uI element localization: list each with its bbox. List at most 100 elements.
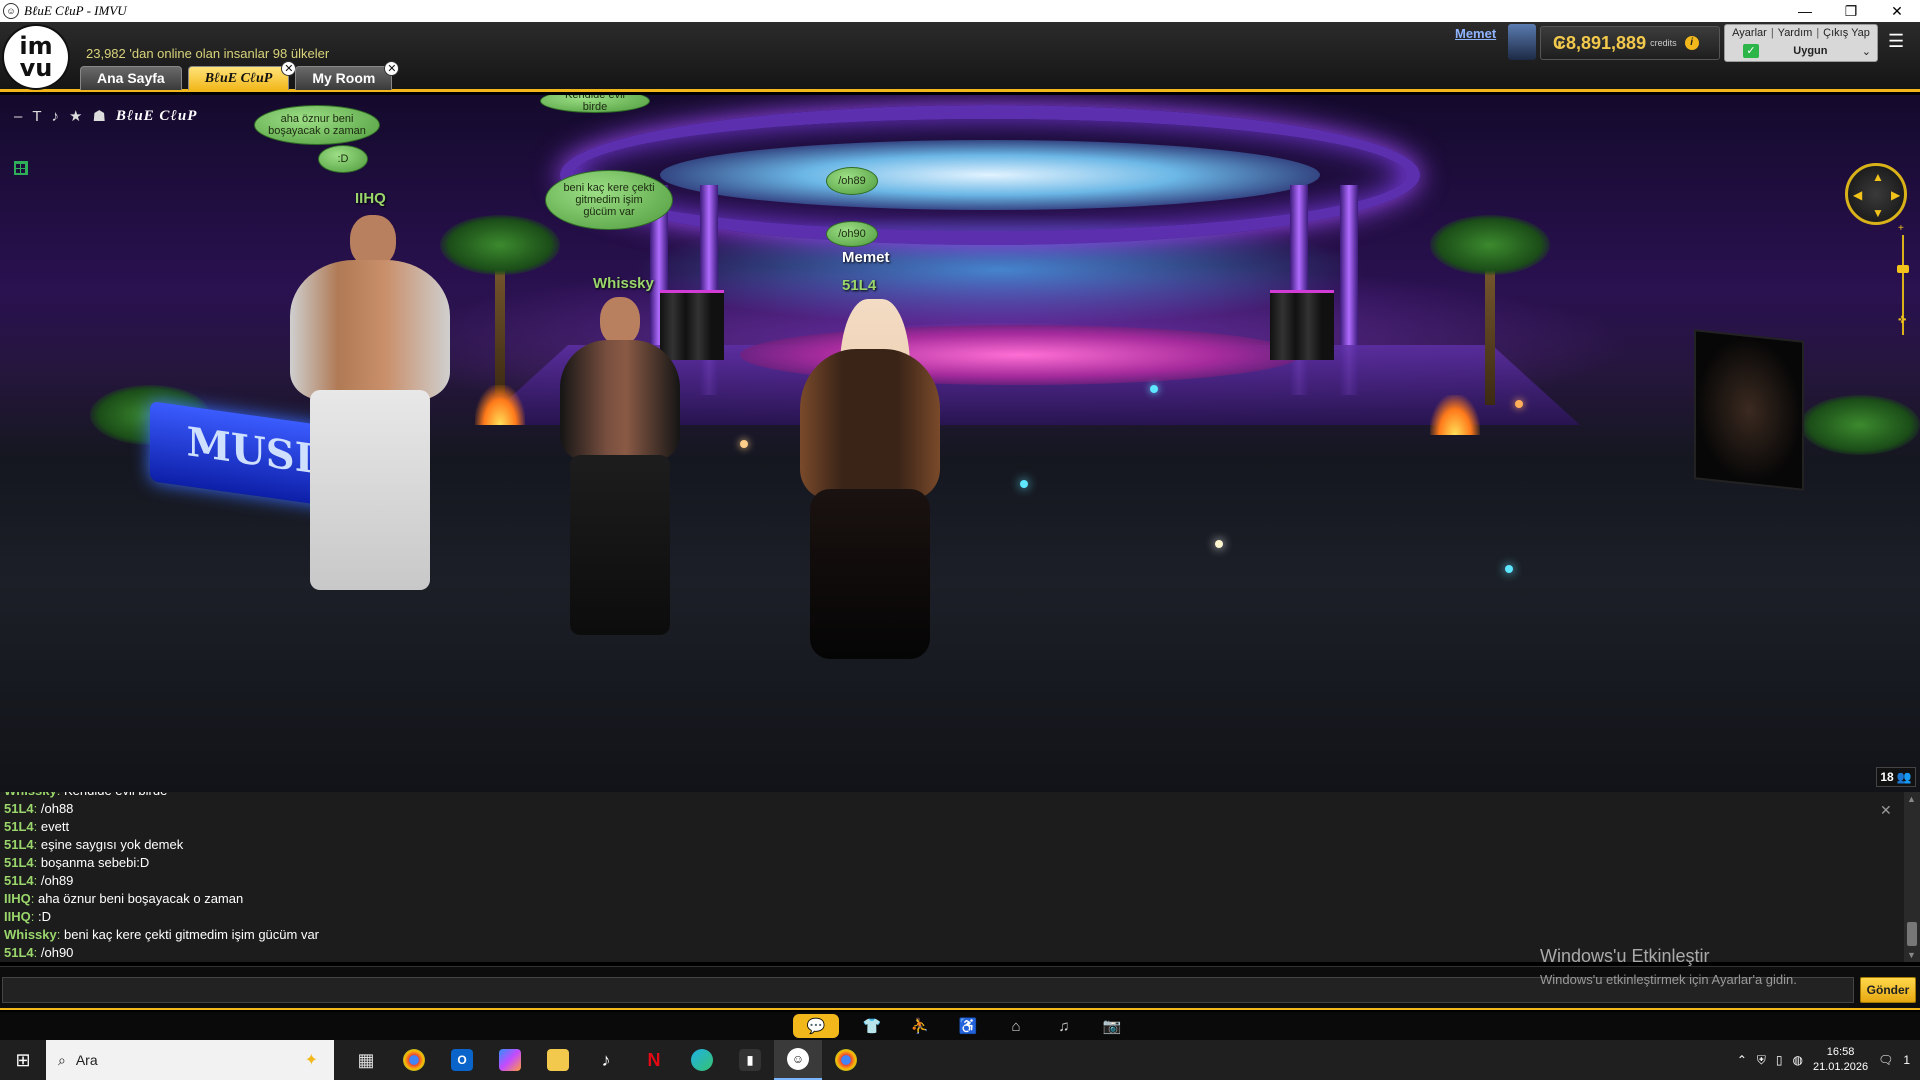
imvu-taskbar-icon[interactable]: ☺ xyxy=(774,1040,822,1080)
user-name-link[interactable]: Memet xyxy=(1455,26,1496,41)
tab-room-blue-cup[interactable]: BℓuE CℓuP ✕ xyxy=(187,61,297,90)
chat-message: /oh89 xyxy=(40,873,74,888)
windows-start-icon[interactable]: ⊞ xyxy=(0,1040,46,1080)
tiktok-icon[interactable]: ♪ xyxy=(582,1040,630,1080)
close-button[interactable]: ✕ xyxy=(1874,0,1920,22)
chat-speaker[interactable]: IIHQ xyxy=(4,891,31,906)
network-icon[interactable]: ◍ xyxy=(1793,1053,1803,1067)
avatar-name: IIHQ xyxy=(355,190,386,207)
avatar-name: Whissky xyxy=(593,275,654,292)
arrow-up-icon[interactable]: ▲ xyxy=(1872,170,1884,184)
wall-poster xyxy=(1694,329,1804,491)
chat-speaker[interactable]: 51L4 xyxy=(4,945,34,960)
outlook-icon[interactable]: O xyxy=(438,1040,486,1080)
minimize-button[interactable]: — xyxy=(1782,0,1828,22)
taskbar-clock[interactable]: 16:58 21.01.2026 xyxy=(1813,1045,1868,1075)
file-explorer-icon[interactable] xyxy=(534,1040,582,1080)
tab-my-room[interactable]: My Room ✕ xyxy=(295,61,400,90)
music-icon[interactable]: ♫ xyxy=(1049,1014,1079,1038)
status-dropdown[interactable]: ✓ Uygun ⌄ xyxy=(1743,43,1871,59)
fullscreen-icon[interactable]: ✜ xyxy=(1898,315,1906,326)
user-avatar-icon[interactable] xyxy=(1508,24,1536,60)
chat-speaker[interactable]: 51L4 xyxy=(4,801,34,816)
pose-icon[interactable]: ♿ xyxy=(953,1014,983,1038)
text-icon[interactable]: T xyxy=(32,108,41,125)
camera-nav-pad[interactable]: ▲ ▼ ◀ ▶ xyxy=(1845,163,1907,225)
zoom-knob[interactable] xyxy=(1897,265,1909,273)
chat-speaker[interactable]: 51L4 xyxy=(4,837,34,852)
chat-separator: : xyxy=(33,855,41,870)
grid-icon[interactable] xyxy=(14,161,28,175)
netflix-icon[interactable]: N xyxy=(630,1040,678,1080)
send-button[interactable]: Gönder xyxy=(1860,977,1916,1003)
avatar-whissky[interactable]: Whissky xyxy=(520,275,700,655)
chat-bubble: /oh89 xyxy=(826,167,878,195)
tab-close-icon[interactable]: ✕ xyxy=(384,61,400,76)
menu-icon[interactable]: ☰ xyxy=(1888,32,1910,50)
chat-scrollbar[interactable]: ▲ ▼ xyxy=(1904,792,1920,962)
chat-speaker[interactable]: 51L4 xyxy=(4,873,34,888)
chrome-profile-icon[interactable] xyxy=(822,1040,870,1080)
chat-speaker[interactable]: 51L4 xyxy=(4,855,34,870)
tab-label: My Room xyxy=(312,70,376,86)
chevron-down-icon: ⌄ xyxy=(1861,45,1871,58)
zoom-slider[interactable]: + ✜ xyxy=(1897,223,1909,335)
copilot-sparkle-icon[interactable]: ✦ xyxy=(305,1050,318,1070)
room-3d-scene[interactable]: MUSI IIHQ Whissky Memet 51L4 Kendide evl… xyxy=(0,95,1920,792)
home-icon[interactable]: ⌂ xyxy=(1001,1014,1031,1038)
scroll-down-icon[interactable]: ▼ xyxy=(1907,950,1916,960)
avatar-iihq[interactable]: IIHQ xyxy=(240,190,500,610)
music-icon[interactable]: ♪ xyxy=(52,108,60,125)
scroll-thumb[interactable] xyxy=(1907,922,1917,946)
chat-speaker[interactable]: Whissky xyxy=(4,927,57,942)
tray-chevron-icon[interactable]: ⌃ xyxy=(1737,1053,1747,1067)
chrome-icon[interactable] xyxy=(390,1040,438,1080)
palm-tree xyxy=(1485,255,1495,405)
avatar-icon[interactable]: ⛹ xyxy=(905,1014,935,1038)
chat-line: 51L4: evett xyxy=(4,818,1900,836)
logout-link[interactable]: Çıkış Yap xyxy=(1823,27,1870,39)
chat-icon[interactable]: 💬 xyxy=(793,1014,839,1038)
battery-icon[interactable]: ▯ xyxy=(1776,1053,1783,1067)
maximize-button[interactable]: ❐ xyxy=(1828,0,1874,22)
camera-icon[interactable]: 📷 xyxy=(1097,1014,1127,1038)
chat-bubble: beni kaç kere çekti gitmedim işim gücüm … xyxy=(545,170,673,230)
credits-display[interactable]: ₢ 8,891,889 credits i xyxy=(1540,26,1720,60)
tab-home[interactable]: Ana Sayfa xyxy=(80,66,182,90)
imvu-logo[interactable]: im vu xyxy=(2,24,70,90)
security-icon[interactable]: ⛨ xyxy=(1757,1053,1766,1068)
chat-message: boşanma sebebi:D xyxy=(40,855,150,870)
avatar-legs xyxy=(570,455,670,635)
settings-link[interactable]: Ayarlar xyxy=(1732,27,1767,39)
collapse-icon[interactable]: – xyxy=(14,108,22,125)
palm-leaves xyxy=(1430,215,1550,275)
edge-icon[interactable] xyxy=(678,1040,726,1080)
owner-icon[interactable]: ☗ xyxy=(92,107,105,125)
window-titlebar: ☺ BℓuE CℓuP - IMVU — ❐ ✕ xyxy=(0,0,1920,22)
credits-info-icon[interactable]: i xyxy=(1684,36,1699,50)
task-view-icon[interactable]: ▦ xyxy=(342,1040,390,1080)
app-icon[interactable]: ▮ xyxy=(726,1040,774,1080)
help-link[interactable]: Yardım xyxy=(1778,27,1813,39)
tab-close-icon[interactable]: ✕ xyxy=(281,61,297,76)
shirt-icon[interactable]: 👕 xyxy=(857,1014,887,1038)
credits-value: 8,891,889 xyxy=(1566,32,1647,53)
people-count-badge[interactable]: 18 👥 xyxy=(1876,767,1916,787)
chat-speaker[interactable]: Whissky xyxy=(4,792,57,798)
favorite-icon[interactable]: ★ xyxy=(69,107,82,125)
copilot-icon[interactable] xyxy=(486,1040,534,1080)
taskbar-search[interactable]: ⌕ Ara ✦ xyxy=(46,1040,334,1080)
zoom-in-icon[interactable]: + xyxy=(1898,223,1904,234)
avatar-51l4[interactable]: Memet 51L4 xyxy=(760,249,980,669)
chat-speaker[interactable]: IIHQ xyxy=(4,909,31,924)
scroll-up-icon[interactable]: ▲ xyxy=(1907,794,1916,804)
notification-icon[interactable]: 🗨 xyxy=(1878,1053,1893,1067)
arrow-down-icon[interactable]: ▼ xyxy=(1872,206,1884,220)
chat-speaker[interactable]: 51L4 xyxy=(4,819,34,834)
chat-separator: : xyxy=(30,891,38,906)
close-icon[interactable]: ✕ xyxy=(1880,802,1892,819)
windows-activation-subtitle: Windows'u etkinleştirmek için Ayarlar'a … xyxy=(1540,972,1797,987)
arrow-left-icon[interactable]: ◀ xyxy=(1853,188,1862,202)
arrow-right-icon[interactable]: ▶ xyxy=(1891,188,1900,202)
avatar-legs xyxy=(810,489,930,659)
